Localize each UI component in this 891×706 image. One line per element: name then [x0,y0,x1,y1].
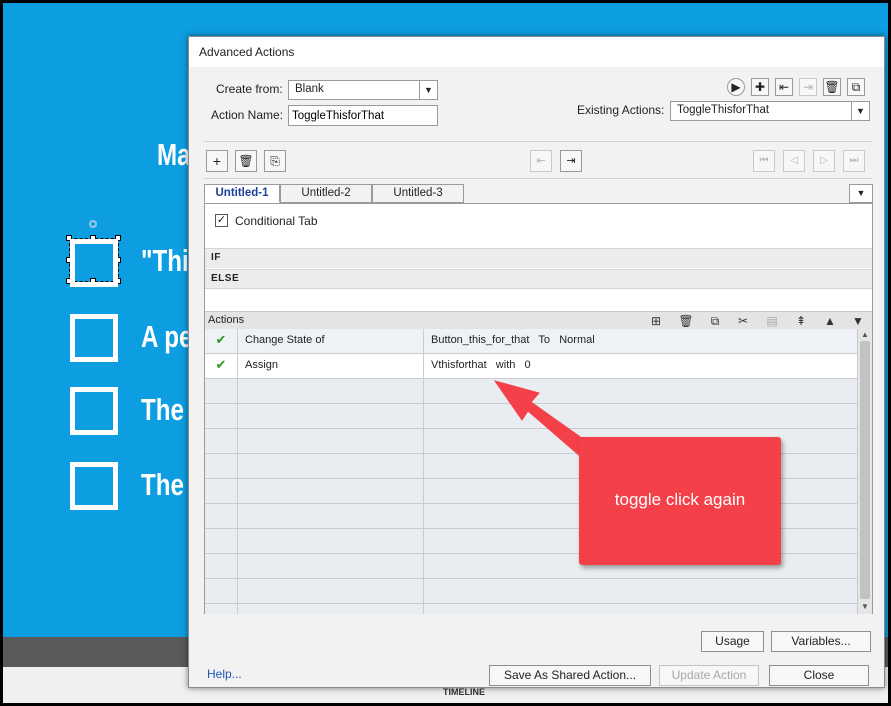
existing-actions-label: Existing Actions: [577,103,665,117]
first-tab-icon[interactable]: ⏮ [753,150,775,172]
tab-untitled-3[interactable]: Untitled-3 [372,184,464,203]
tab-untitled-1[interactable]: Untitled-1 [204,184,280,203]
delete-row-icon[interactable]: 🗑 [676,312,696,330]
chevron-down-icon[interactable]: ▼ [851,102,869,120]
action-cell[interactable]: Assign [238,354,424,378]
target-cell[interactable]: Button_this_for_that To Normal [424,329,856,353]
move-up-icon[interactable]: ▲ [820,312,840,330]
option-label: The [141,392,184,427]
option-checkbox[interactable] [70,314,118,362]
action-name-input[interactable] [288,105,438,126]
usage-button[interactable]: Usage [701,631,764,652]
option-checkbox[interactable] [70,462,118,510]
save-shared-action-button[interactable]: Save As Shared Action... [489,665,651,686]
delete-action-icon[interactable]: 🗑 [823,78,841,96]
create-from-select[interactable]: Blank ▼ [288,80,438,100]
option-checkbox[interactable] [70,387,118,435]
add-decision-icon[interactable]: + [206,150,228,172]
chevron-down-icon[interactable]: ▼ [419,81,437,99]
paste-row-icon[interactable]: ▤ [762,312,782,330]
duplicate-action-icon[interactable]: ⧉ [847,78,865,96]
last-tab-icon[interactable]: ⏭ [843,150,865,172]
vertical-scrollbar[interactable]: ▲ ▼ [857,329,872,614]
cut-row-icon[interactable]: ✂ [733,312,753,330]
screenshot-frame: Ma "This A pe The The TIMELINE Advanced … [3,3,888,703]
actions-label: Actions [208,314,245,326]
scroll-up-icon[interactable]: ▲ [858,329,872,341]
divider [204,178,872,179]
status-check-icon: ✔ [205,329,238,353]
table-row[interactable]: ✔ Assign Vthisforthat with 0 [205,354,857,379]
delete-decision-icon[interactable]: 🗑 [235,150,257,172]
tab-untitled-2[interactable]: Untitled-2 [280,184,372,203]
action-cell[interactable]: Change State of [238,329,424,353]
slide-title: Ma [157,137,191,172]
insert-row-icon[interactable]: ⊞ [646,312,666,330]
action-name-label: Action Name: [211,108,284,122]
duplicate-decision-icon[interactable]: ⎘ [264,150,286,172]
tabs-chevron-down-icon[interactable]: ▼ [849,184,873,203]
table-row[interactable] [205,604,857,614]
move-left-icon[interactable]: ⇤ [530,150,552,172]
insert-above-icon[interactable]: ⇞ [791,312,811,330]
create-from-label: Create from: [216,82,283,96]
preview-icon[interactable]: ▶ [727,78,745,96]
help-link[interactable]: Help... [207,667,242,681]
export-icon[interactable]: ⇥ [799,78,817,96]
add-action-icon[interactable]: ✚ [751,78,769,96]
status-check-icon: ✔ [205,354,238,378]
option-checkbox[interactable] [70,239,118,287]
move-down-icon[interactable]: ▼ [848,312,868,330]
next-tab-icon[interactable]: ▷ [813,150,835,172]
timeline-label[interactable]: TIMELINE [443,687,485,697]
rotation-handle[interactable] [89,220,97,228]
existing-actions-value: ToggleThisforThat [677,104,770,116]
table-row[interactable] [205,579,857,604]
create-from-value: Blank [295,83,324,95]
option-label: A pe [141,319,193,354]
dialog-title: Advanced Actions [189,37,884,67]
target-cell[interactable]: Vthisforthat with 0 [424,354,856,378]
scroll-down-icon[interactable]: ▼ [858,601,872,613]
else-section[interactable]: ELSE [205,269,872,289]
move-right-icon[interactable]: ⇥ [560,150,582,172]
table-row[interactable]: ✔ Change State of Button_this_for_that T… [205,329,857,354]
scroll-thumb[interactable] [860,341,870,599]
advanced-actions-dialog: Advanced Actions Create from: Blank ▼ Ac… [188,36,885,688]
option-label: The [141,467,184,502]
previous-tab-icon[interactable]: ◁ [783,150,805,172]
existing-actions-select[interactable]: ToggleThisforThat ▼ [670,101,870,121]
annotation-callout: toggle click again [579,437,781,565]
variables-button[interactable]: Variables... [771,631,871,652]
conditional-tab-checkbox[interactable]: ✓ [215,214,228,227]
table-row[interactable] [205,379,857,404]
import-icon[interactable]: ⇤ [775,78,793,96]
table-row[interactable] [205,404,857,429]
update-action-button[interactable]: Update Action [659,665,759,686]
close-button[interactable]: Close [769,665,869,686]
conditional-tab-label: Conditional Tab [235,214,318,228]
actions-toolbar: Actions ⊞ 🗑 ⧉ ✂ ▤ ⇞ ▲ ▼ [205,311,872,329]
divider [204,141,872,142]
if-section[interactable]: IF [205,248,872,268]
copy-row-icon[interactable]: ⧉ [705,312,725,330]
